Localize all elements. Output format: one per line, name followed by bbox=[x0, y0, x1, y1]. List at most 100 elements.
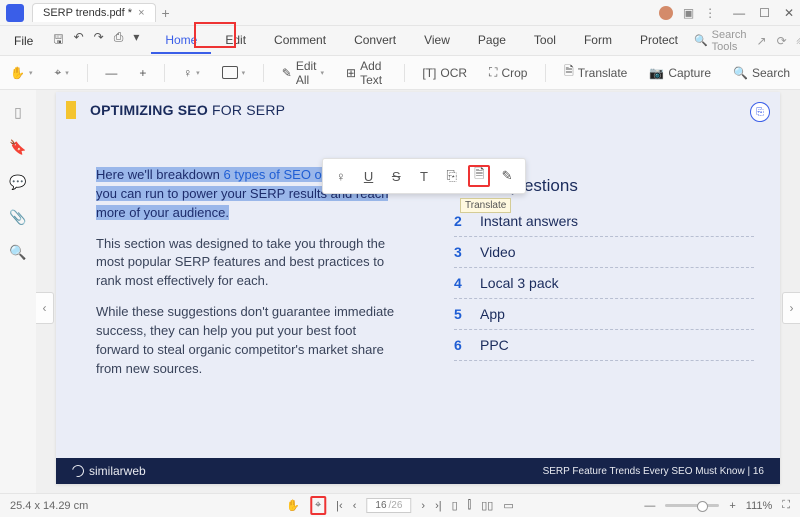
maximize-button[interactable]: ☐ bbox=[759, 6, 770, 20]
next-page-nav[interactable]: › bbox=[782, 292, 800, 324]
zoom-value[interactable]: 111% bbox=[746, 500, 773, 512]
separator bbox=[164, 64, 165, 82]
workarea: ▯ 🔖 💬 📎 🔍 OPTIMIZING SEO FOR SERP ⎘ Here… bbox=[0, 90, 800, 493]
menu-tab-home[interactable]: Home bbox=[151, 28, 211, 54]
edit-selection-icon[interactable]: ✎ bbox=[496, 165, 518, 187]
document-tab[interactable]: SERP trends.pdf * × bbox=[32, 3, 156, 22]
menu-tab-edit[interactable]: Edit bbox=[211, 28, 260, 54]
underline-tool-icon[interactable]: U bbox=[358, 165, 380, 187]
prev-page-icon[interactable]: ‹ bbox=[353, 500, 357, 512]
titlebar: SERP trends.pdf * × + ▣ ⋮ — ☐ ✕ bbox=[0, 0, 800, 26]
menu-tab-view[interactable]: View bbox=[410, 28, 464, 54]
single-page-icon[interactable]: ▯ bbox=[452, 499, 458, 512]
ocr-button[interactable]: [T] OCR bbox=[418, 63, 471, 83]
open-external-icon[interactable]: ↗ bbox=[757, 34, 767, 48]
redo-icon[interactable]: ↷ bbox=[94, 30, 104, 51]
add-text-button[interactable]: ⊞ Add Text bbox=[342, 56, 390, 90]
separator bbox=[263, 64, 264, 82]
footer-text: SERP Feature Trends Every SEO Must Know … bbox=[543, 466, 764, 477]
strikethrough-tool-icon[interactable]: S bbox=[385, 165, 407, 187]
select-mode-icon[interactable]: ⌖ bbox=[310, 496, 326, 515]
zoom-in-icon[interactable]: + bbox=[729, 500, 735, 512]
left-sidebar: ▯ 🔖 💬 📎 🔍 bbox=[0, 90, 36, 493]
bookmarks-icon[interactable]: 🔖 bbox=[9, 139, 26, 156]
search-button[interactable]: 🔍 Search bbox=[729, 63, 794, 83]
zoom-out-button[interactable]: — bbox=[101, 63, 121, 83]
brand-logo: similarweb bbox=[72, 464, 146, 478]
panel-icon[interactable]: ▣ bbox=[683, 6, 694, 20]
shape-tool[interactable]: ▾ bbox=[218, 63, 250, 82]
undo-icon[interactable]: ↶ bbox=[74, 30, 84, 51]
translate-selection-icon[interactable]: 🗎 bbox=[468, 165, 490, 187]
close-window-button[interactable]: ✕ bbox=[784, 6, 794, 20]
hand-mode-icon[interactable]: ✋ bbox=[286, 499, 300, 512]
similarweb-logo-icon bbox=[70, 463, 86, 479]
document-area: OPTIMIZING SEO FOR SERP ⎘ Here we'll bre… bbox=[36, 90, 800, 493]
save-icon[interactable]: 🖫 bbox=[53, 30, 63, 51]
highlight-tool-icon[interactable]: ♀ bbox=[330, 165, 352, 187]
share-icon[interactable]: ▾ bbox=[133, 30, 139, 51]
menubar: File 🖫 ↶ ↷ ⎙ ▾ Home Edit Comment Convert… bbox=[0, 26, 800, 56]
next-page-icon[interactable]: › bbox=[421, 500, 425, 512]
menu-tab-tool[interactable]: Tool bbox=[520, 28, 570, 54]
fit-page-icon[interactable]: ⛶ bbox=[782, 499, 790, 512]
avatar-icon[interactable] bbox=[659, 6, 673, 20]
select-tool-icon[interactable]: ⌖ ▾ bbox=[50, 62, 72, 83]
menu-tab-form[interactable]: Form bbox=[570, 28, 626, 54]
menu-file[interactable]: File bbox=[6, 30, 41, 52]
statusbar: 25.4 x 14.29 cm ✋ ⌖ |‹ ‹ 16/26 › ›| ▯ ⫿ … bbox=[0, 493, 800, 517]
search-icon: 🔍 bbox=[694, 34, 708, 47]
two-page-icon[interactable]: ▯▯ bbox=[481, 499, 493, 512]
capture-button[interactable]: 📷 Capture bbox=[645, 63, 715, 83]
print-icon[interactable]: ⎙ bbox=[114, 30, 124, 51]
menu-tab-protect[interactable]: Protect bbox=[626, 28, 692, 54]
menu-tab-page[interactable]: Page bbox=[464, 28, 520, 54]
menu-tab-comment[interactable]: Comment bbox=[260, 28, 340, 54]
attachments-icon[interactable]: 📎 bbox=[9, 209, 26, 226]
selection-toolbar: ♀ U S T ⎘ 🗎 ✎ bbox=[322, 158, 526, 194]
zoom-slider[interactable] bbox=[665, 504, 719, 507]
page-content: OPTIMIZING SEO FOR SERP ⎘ Here we'll bre… bbox=[56, 92, 780, 484]
first-page-icon[interactable]: |‹ bbox=[336, 500, 343, 512]
separator bbox=[87, 64, 88, 82]
search-tools-field[interactable]: 🔍 Search Tools bbox=[694, 29, 747, 53]
app-icon bbox=[6, 4, 24, 22]
separator bbox=[404, 64, 405, 82]
close-tab-icon[interactable]: × bbox=[138, 7, 144, 19]
search-placeholder: Search Tools bbox=[712, 29, 747, 53]
minimize-button[interactable]: — bbox=[733, 6, 745, 20]
cloud-icon[interactable]: ⟳ bbox=[777, 34, 787, 48]
list-item: 5App bbox=[454, 299, 754, 330]
edit-all-button[interactable]: ✎ Edit All ▾ bbox=[278, 56, 328, 90]
search-panel-icon[interactable]: 🔍 bbox=[9, 244, 26, 261]
kebab-menu-icon[interactable]: ⋮ bbox=[704, 6, 715, 20]
thumbnails-icon[interactable]: ▯ bbox=[14, 104, 22, 121]
text-tool-icon[interactable]: T bbox=[413, 165, 435, 187]
stamp-tool[interactable]: ♀ ▾ bbox=[179, 63, 204, 83]
section-title: OPTIMIZING SEO FOR SERP bbox=[90, 102, 285, 118]
expand-icon[interactable]: ␥ bbox=[797, 33, 800, 48]
tooltip: Translate bbox=[460, 198, 511, 213]
last-page-icon[interactable]: ›| bbox=[435, 500, 442, 512]
page-number-input[interactable]: 16/26 bbox=[366, 498, 411, 513]
translate-button[interactable]: 🗎 Translate bbox=[560, 59, 631, 86]
prev-page-nav[interactable]: ‹ bbox=[36, 292, 54, 324]
cursor-position: 25.4 x 14.29 cm bbox=[10, 500, 88, 512]
copy-tool-icon[interactable]: ⎘ bbox=[441, 165, 463, 187]
menu-tabs: Home Edit Comment Convert View Page Tool… bbox=[151, 28, 692, 54]
crop-button[interactable]: ⛶ Crop bbox=[485, 62, 531, 83]
comments-icon[interactable]: 💬 bbox=[9, 174, 26, 191]
zoom-in-button[interactable]: + bbox=[135, 63, 150, 83]
bundle-icon[interactable]: ⎘ bbox=[750, 102, 770, 122]
zoom-out-icon[interactable]: — bbox=[644, 500, 655, 512]
toolbar: ✋ ▾ ⌖ ▾ — + ♀ ▾ ▾ ✎ Edit All ▾ ⊞ Add Tex… bbox=[0, 56, 800, 90]
hand-tool-icon[interactable]: ✋ ▾ bbox=[6, 63, 36, 83]
tab-title: SERP trends.pdf * bbox=[43, 7, 132, 19]
read-mode-icon[interactable]: ▭ bbox=[503, 499, 513, 512]
menu-tab-convert[interactable]: Convert bbox=[340, 28, 410, 54]
continuous-page-icon[interactable]: ⫿ bbox=[468, 499, 472, 512]
add-tab-button[interactable]: + bbox=[162, 5, 170, 21]
section-marker bbox=[66, 101, 76, 119]
paragraph-2: This section was designed to take you th… bbox=[96, 235, 396, 292]
list-item: 4Local 3 pack bbox=[454, 268, 754, 299]
